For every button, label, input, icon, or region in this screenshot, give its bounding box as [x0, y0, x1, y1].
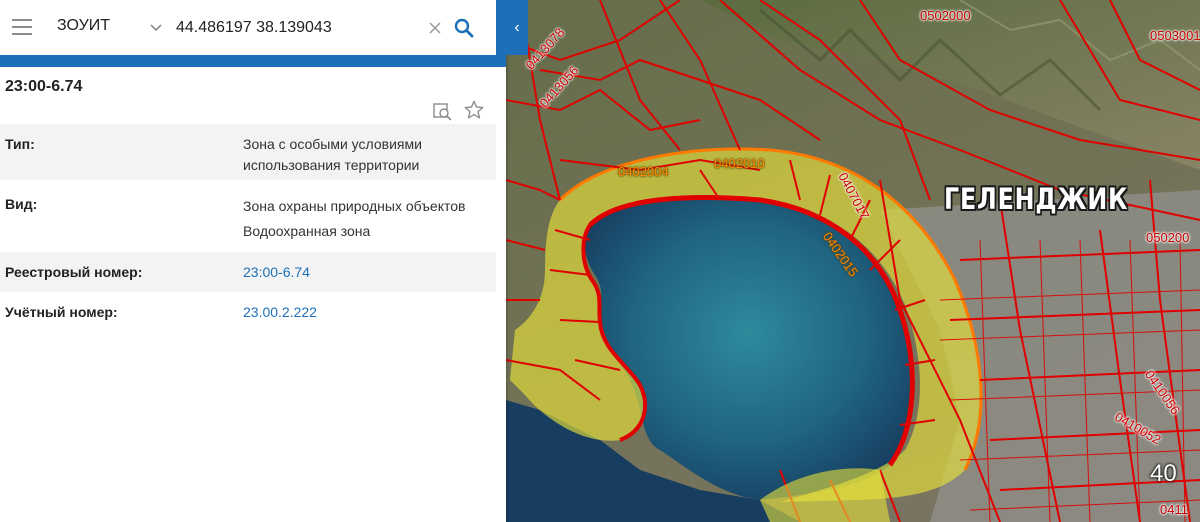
- search-input[interactable]: [176, 14, 416, 42]
- menu-icon[interactable]: [12, 19, 32, 35]
- attribute-value: Зона с особыми условиями использования т…: [243, 136, 422, 173]
- search-bar-underline: [0, 55, 506, 67]
- chevron-down-icon[interactable]: [148, 19, 164, 35]
- attribute-row-registry: Реестровый номер: 23:00-6.74: [0, 252, 496, 292]
- attribute-label: Реестровый номер:: [5, 264, 143, 280]
- layer-select[interactable]: ЗОУИТ: [57, 17, 110, 35]
- parcel-label: 0503001: [1150, 28, 1200, 43]
- account-number-link[interactable]: 23.00.2.222: [243, 304, 317, 320]
- clear-icon[interactable]: [427, 20, 443, 36]
- attribute-row-type: Тип: Зона с особыми условиями использова…: [0, 124, 496, 180]
- star-icon[interactable]: [463, 99, 485, 121]
- parcel-label: 050200: [1146, 230, 1190, 245]
- attribute-row-account: Учётный номер: 23.00.2.222: [0, 292, 496, 332]
- search-bar: ЗОУИТ: [0, 0, 496, 56]
- feature-title: 23:00-6.74: [5, 78, 83, 95]
- attribute-label: Вид:: [5, 196, 38, 212]
- parcel-label: 0502000: [920, 8, 971, 23]
- search-icon[interactable]: [454, 18, 474, 38]
- attribute-value: 23.00.2.222: [243, 302, 493, 323]
- parcel-label: 0411: [1160, 502, 1188, 517]
- attribute-row-kind: Вид: Зона охраны природных объектов Водо…: [0, 180, 496, 248]
- info-panel: ЗОУИТ 23:00-6.74 Тип: Зона с особыми усл…: [0, 0, 506, 522]
- registry-number-link[interactable]: 23:00-6.74: [243, 264, 310, 280]
- attribute-label: Учётный номер:: [5, 304, 118, 320]
- zone-label: 0402010: [714, 156, 765, 171]
- attribute-value: 23:00-6.74: [243, 262, 493, 283]
- zone-label: 0402004: [618, 164, 669, 179]
- attribute-label: Тип:: [5, 136, 35, 152]
- find-on-map-icon[interactable]: [432, 101, 452, 121]
- collapse-arrow-icon[interactable]: ‹: [506, 0, 528, 55]
- city-label: ГЕЛЕНДЖИК: [944, 182, 1129, 216]
- attribute-value: Зона охраны природных объектов Водоохран…: [243, 198, 466, 239]
- panel-edge: [496, 0, 506, 67]
- map-number-label: 40: [1150, 460, 1177, 487]
